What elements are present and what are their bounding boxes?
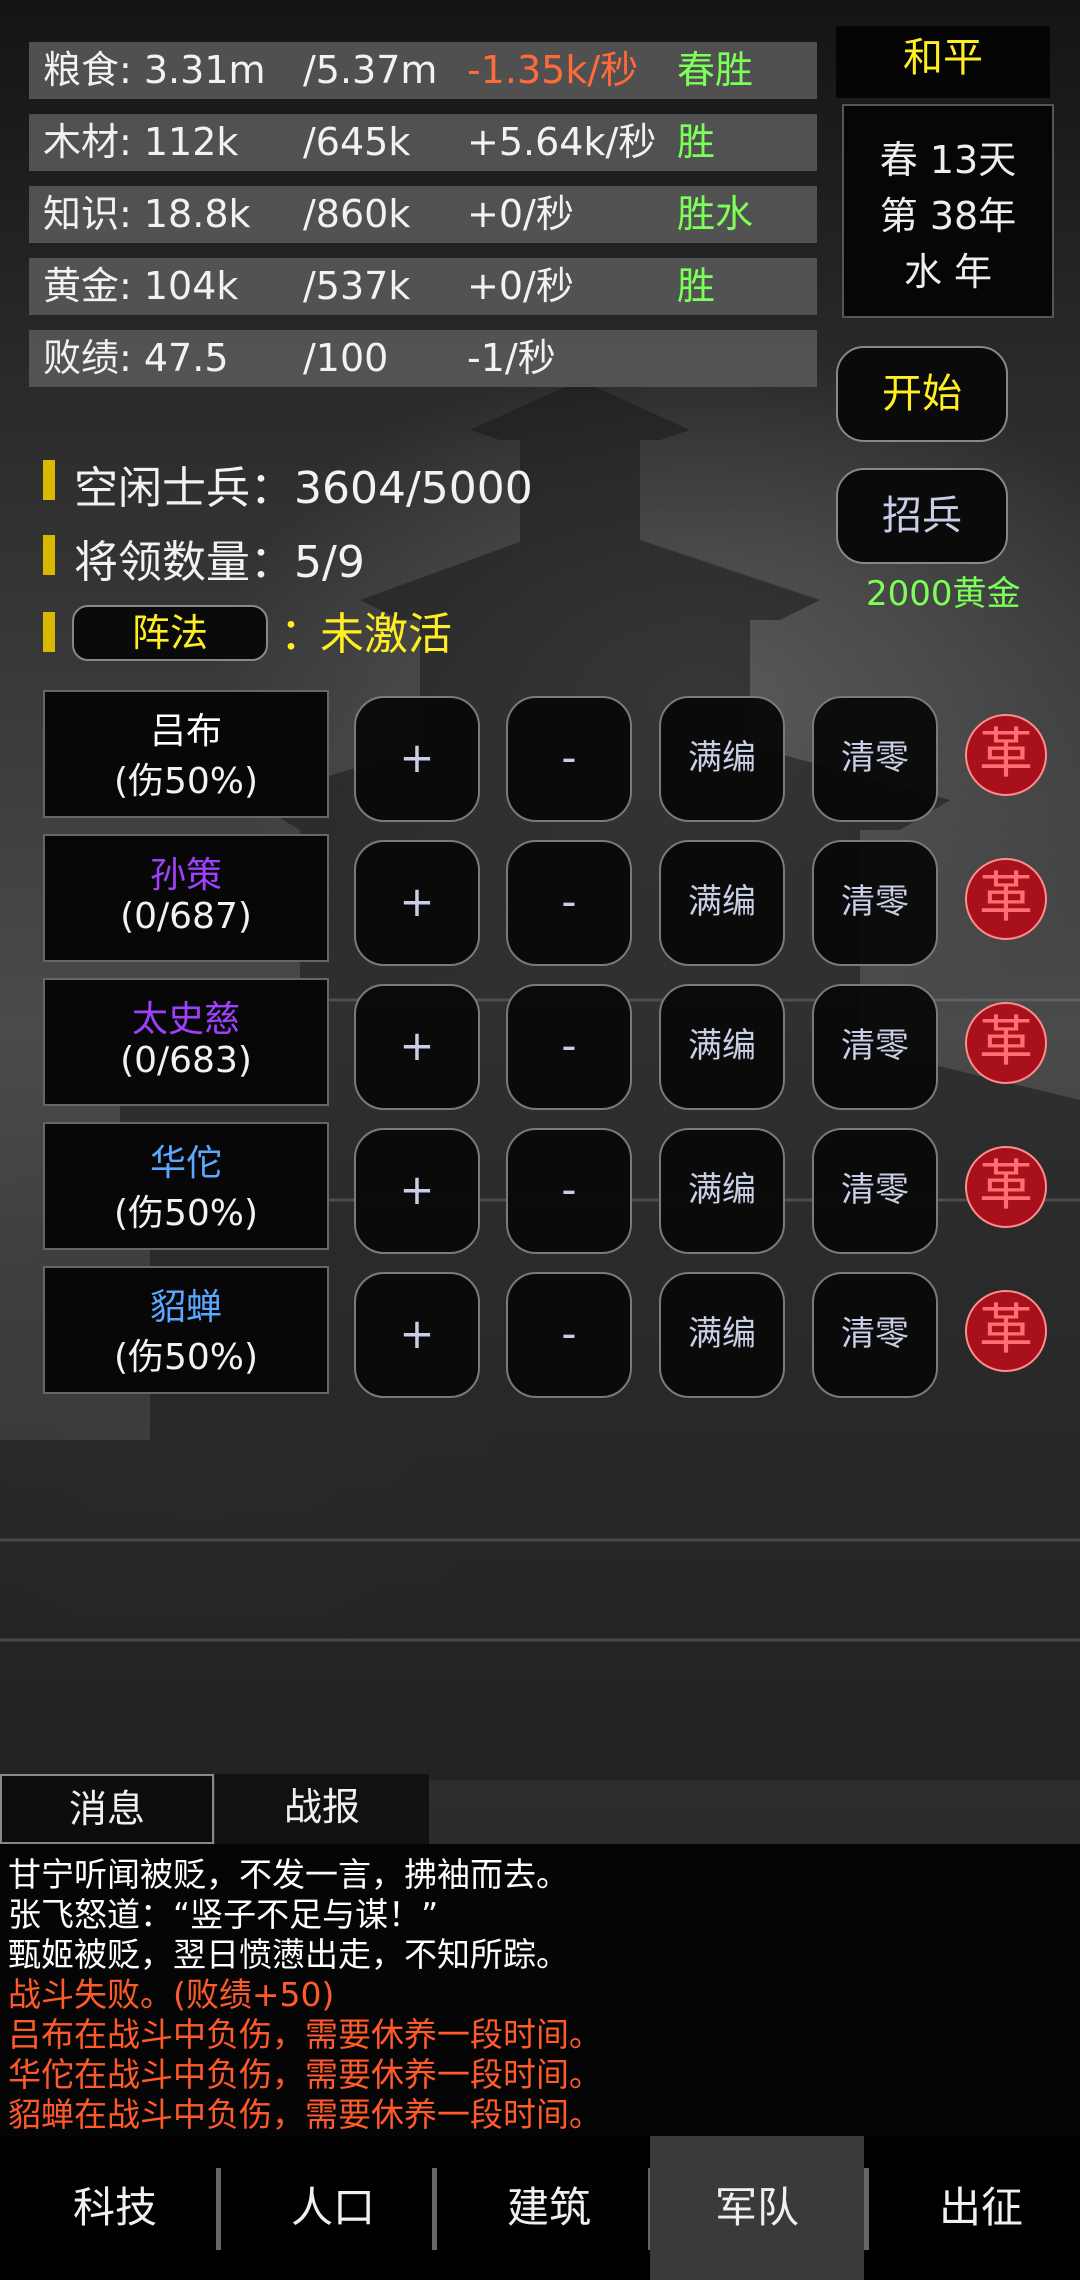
fill-troops-button[interactable]: 满编 (659, 696, 785, 822)
resource-capacity: /645k (303, 120, 411, 164)
general-card[interactable]: 孙策 (0/687) (43, 834, 329, 962)
start-button[interactable]: 开始 (836, 346, 1008, 442)
clear-troops-button[interactable]: 清零 (812, 1128, 938, 1254)
formation-status: 未激活 (320, 609, 452, 660)
general-name: 貂蝉 (149, 1287, 222, 1328)
resource-row-defeats: 败绩: 47.5 /100 -1/秒 (29, 330, 817, 387)
date-year: 第 38年 (879, 194, 1017, 238)
remove-soldier-button[interactable]: - (506, 696, 632, 822)
dismiss-general-button[interactable]: 革 (965, 1002, 1047, 1084)
general-name: 孙策 (149, 855, 222, 896)
bullet-marker (43, 460, 55, 500)
bullet-marker (43, 535, 55, 575)
resource-capacity: /537k (303, 264, 411, 308)
remove-soldier-button[interactable]: - (506, 1272, 632, 1398)
general-card[interactable]: 貂蝉 (伤50%) (43, 1266, 329, 1394)
calendar-box: 春 13天 第 38年 水 年 (842, 104, 1054, 318)
nav-army[interactable]: 军队 (650, 2136, 864, 2280)
general-troop-status: (伤50%) (113, 1193, 259, 1234)
clear-troops-button[interactable]: 清零 (812, 984, 938, 1110)
dismiss-general-button[interactable]: 革 (965, 858, 1047, 940)
idle-soldiers: 空闲士兵：3604/5000 (74, 463, 533, 514)
resource-rate: +0/秒 (467, 264, 574, 308)
add-soldier-button[interactable]: + (354, 696, 480, 822)
remove-soldier-button[interactable]: - (506, 840, 632, 966)
resource-capacity: /100 (303, 336, 389, 380)
nav-divider (216, 2168, 221, 2250)
nav-buildings[interactable]: 建筑 (442, 2136, 656, 2280)
resource-capacity: /5.37m (303, 48, 438, 92)
tab-battle-report[interactable]: 战报 (215, 1774, 429, 1844)
general-troop-status: (0/683) (120, 1040, 252, 1081)
resource-row-wood: 木材: 112k /645k +5.64k/秒 胜 (29, 114, 817, 171)
nav-divider (864, 2168, 869, 2250)
message-log: 甘宁听闻被贬，不发一言，拂袖而去。 张飞怒道：“竖子不足与谋！” 甄姬被贬，翌日… (0, 1844, 1080, 2136)
resource-rate: +0/秒 (467, 192, 574, 236)
formation-button[interactable]: 阵法 (72, 605, 268, 661)
resource-row-food: 粮食: 3.31m /5.37m -1.35k/秒 春胜 (29, 42, 817, 99)
dismiss-general-button[interactable]: 革 (965, 714, 1047, 796)
general-count: 将领数量：5/9 (74, 537, 365, 588)
fill-troops-button[interactable]: 满编 (659, 1272, 785, 1398)
add-soldier-button[interactable]: + (354, 840, 480, 966)
resource-amount: 黄金: 104k (43, 264, 239, 308)
fill-troops-button[interactable]: 满编 (659, 840, 785, 966)
date-element-year: 水 年 (903, 250, 993, 294)
general-troop-status: (0/687) (120, 896, 252, 937)
log-line: 貂蝉在战斗中负伤，需要休养一段时间。 (8, 2095, 602, 2134)
general-card[interactable]: 吕布 (伤50%) (43, 690, 329, 818)
resource-row-knowledge: 知识: 18.8k /860k +0/秒 胜水 (29, 186, 817, 243)
nav-tech[interactable]: 科技 (8, 2136, 222, 2280)
bottom-nav: 科技 人口 建筑 军队 出征 (0, 2136, 1080, 2280)
nav-population[interactable]: 人口 (226, 2136, 440, 2280)
bullet-marker (43, 612, 55, 652)
recruit-cost: 2000黄金 (866, 574, 1021, 614)
general-name: 华佗 (149, 1143, 222, 1184)
nav-divider (432, 2168, 437, 2250)
add-soldier-button[interactable]: + (354, 1128, 480, 1254)
formation-colon: ： (280, 609, 324, 660)
dismiss-general-button[interactable]: 革 (965, 1290, 1047, 1372)
resource-rate: -1.35k/秒 (467, 48, 639, 92)
resource-bonus-tag: 胜 (677, 120, 716, 164)
resource-capacity: /860k (303, 192, 411, 236)
dismiss-general-button[interactable]: 革 (965, 1146, 1047, 1228)
tab-messages[interactable]: 消息 (0, 1774, 214, 1844)
fill-troops-button[interactable]: 满编 (659, 1128, 785, 1254)
general-card[interactable]: 太史慈 (0/683) (43, 978, 329, 1106)
clear-troops-button[interactable]: 清零 (812, 1272, 938, 1398)
remove-soldier-button[interactable]: - (506, 984, 632, 1110)
date-season-day: 春 13天 (879, 138, 1017, 182)
resource-amount: 败绩: 47.5 (43, 336, 229, 380)
resource-bonus-tag: 春胜 (677, 48, 754, 92)
resource-rate: +5.64k/秒 (467, 120, 657, 164)
general-card[interactable]: 华佗 (伤50%) (43, 1122, 329, 1250)
add-soldier-button[interactable]: + (354, 984, 480, 1110)
add-soldier-button[interactable]: + (354, 1272, 480, 1398)
general-troop-status: (伤50%) (113, 1337, 259, 1378)
clear-troops-button[interactable]: 清零 (812, 840, 938, 966)
general-name: 吕布 (149, 711, 222, 752)
general-troop-status: (伤50%) (113, 761, 259, 802)
resource-rate: -1/秒 (467, 336, 556, 380)
recruit-button[interactable]: 招兵 (836, 468, 1008, 564)
resource-bonus-tag: 胜水 (677, 192, 754, 236)
resource-row-gold: 黄金: 104k /537k +0/秒 胜 (29, 258, 817, 315)
remove-soldier-button[interactable]: - (506, 1128, 632, 1254)
resource-bonus-tag: 胜 (677, 264, 716, 308)
clear-troops-button[interactable]: 清零 (812, 696, 938, 822)
resource-amount: 粮食: 3.31m (43, 48, 266, 92)
general-name: 太史慈 (131, 999, 240, 1040)
nav-expedition[interactable]: 出征 (874, 2136, 1080, 2280)
peace-status: 和平 (836, 26, 1050, 98)
fill-troops-button[interactable]: 满编 (659, 984, 785, 1110)
resource-amount: 知识: 18.8k (43, 192, 251, 236)
resource-amount: 木材: 112k (43, 120, 239, 164)
